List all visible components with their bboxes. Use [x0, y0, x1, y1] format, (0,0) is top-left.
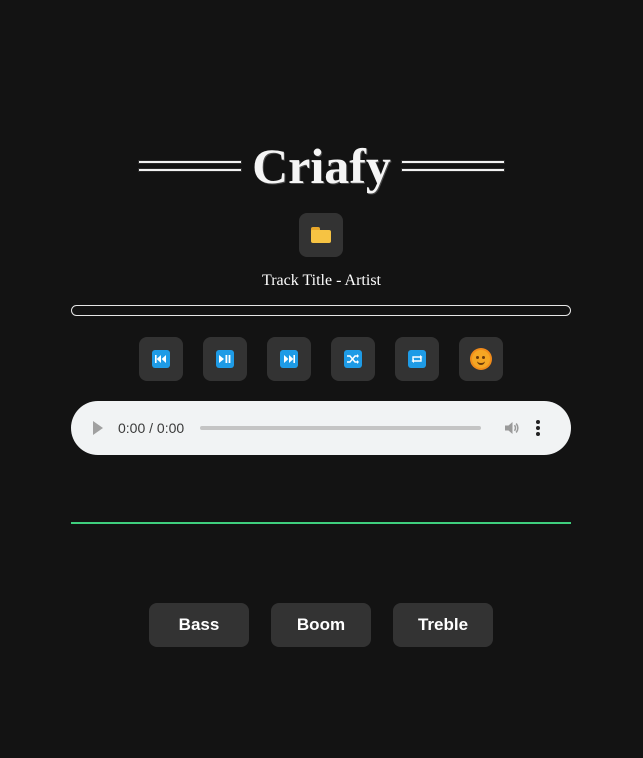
repeat-icon	[408, 350, 426, 368]
playback-controls	[139, 337, 503, 381]
track-progress-bar[interactable]	[71, 305, 571, 316]
play-pause-icon	[216, 350, 234, 368]
effect-buttons: Bass Boom Treble	[149, 603, 493, 647]
repeat-button[interactable]	[395, 337, 439, 381]
previous-track-icon	[152, 350, 170, 368]
audio-time: 0:00 / 0:00	[118, 420, 185, 436]
track-info: Track Title - Artist	[262, 272, 381, 289]
play-icon[interactable]	[93, 421, 103, 435]
audio-seek-bar[interactable]	[200, 426, 482, 430]
treble-button[interactable]: Treble	[393, 603, 493, 647]
previous-button[interactable]	[139, 337, 183, 381]
title-decoration-right	[400, 158, 505, 174]
audio-player: 0:00 / 0:00	[71, 401, 571, 455]
app-title: Criafy	[252, 138, 391, 194]
next-button[interactable]	[267, 337, 311, 381]
boom-button[interactable]: Boom	[271, 603, 371, 647]
play-pause-button[interactable]	[203, 337, 247, 381]
shuffle-button[interactable]	[331, 337, 375, 381]
title-decoration-left	[138, 158, 243, 174]
sun-face-icon	[472, 350, 490, 368]
folder-icon	[311, 227, 331, 243]
bass-button[interactable]: Bass	[149, 603, 249, 647]
app-root: Criafy Track Title - Artist 0:00 / 0:00 …	[0, 0, 643, 758]
header: Criafy	[0, 140, 643, 192]
shuffle-icon	[344, 350, 362, 368]
volume-icon[interactable]	[504, 420, 520, 436]
open-folder-button[interactable]	[299, 213, 343, 257]
audio-visualizer	[71, 522, 571, 524]
next-track-icon	[280, 350, 298, 368]
theme-toggle-button[interactable]	[459, 337, 503, 381]
more-options-icon[interactable]	[536, 420, 541, 436]
